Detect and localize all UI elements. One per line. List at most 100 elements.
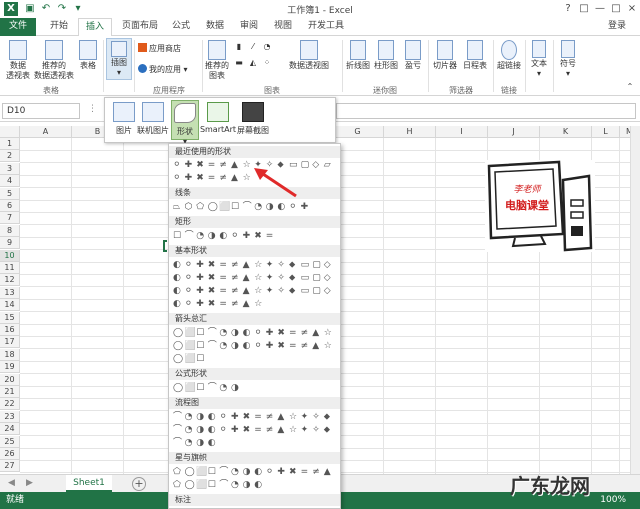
- shape-option-icon[interactable]: ◐: [219, 231, 229, 241]
- shape-option-icon[interactable]: ▲: [243, 273, 253, 283]
- tab-home[interactable]: 开始: [42, 18, 76, 36]
- name-box[interactable]: D10: [2, 103, 80, 119]
- shape-option-icon[interactable]: =: [289, 328, 299, 338]
- shape-option-icon[interactable]: ▲: [324, 467, 334, 477]
- table-button[interactable]: 表格: [76, 40, 100, 71]
- shape-option-icon[interactable]: ◐: [254, 467, 264, 477]
- shape-option-icon[interactable]: ✧: [277, 286, 287, 296]
- shape-option-icon[interactable]: ☆: [254, 299, 264, 309]
- row-header[interactable]: 21: [0, 386, 20, 398]
- row-header[interactable]: 12: [0, 274, 20, 287]
- shape-option-icon[interactable]: ◐: [208, 425, 218, 435]
- row-header[interactable]: 19: [0, 361, 20, 374]
- pivot-chart-button[interactable]: 数据透视图: [278, 40, 340, 71]
- row-header[interactable]: 14: [0, 299, 20, 312]
- row-header[interactable]: 9: [0, 237, 20, 250]
- shape-option-icon[interactable]: =: [254, 425, 264, 435]
- shapes-button[interactable]: 形状 ▾: [171, 100, 199, 146]
- shape-option-icon[interactable]: ☐: [196, 354, 206, 364]
- shape-option-icon[interactable]: ✖: [208, 260, 218, 270]
- shape-option-icon[interactable]: ⌒: [208, 383, 218, 393]
- shape-option-icon[interactable]: ☐: [196, 383, 206, 393]
- shape-option-icon[interactable]: ≠: [231, 273, 241, 283]
- shape-option-icon[interactable]: ⌒: [243, 202, 253, 212]
- shape-option-icon[interactable]: =: [208, 173, 218, 183]
- shape-option-icon[interactable]: ⏢: [173, 202, 183, 212]
- shape-option-icon[interactable]: ◐: [173, 273, 183, 283]
- shape-option-icon[interactable]: ⚪: [185, 286, 195, 296]
- shape-option-icon[interactable]: ◐: [243, 328, 253, 338]
- shape-option-icon[interactable]: ✖: [254, 231, 264, 241]
- shape-option-icon[interactable]: ◯: [173, 341, 183, 351]
- tab-file[interactable]: 文件: [0, 18, 36, 36]
- pie-chart-icon[interactable]: ◔: [262, 42, 272, 52]
- shape-option-icon[interactable]: ✚: [196, 260, 206, 270]
- row-header[interactable]: 15: [0, 311, 20, 324]
- shape-option-icon[interactable]: ▲: [312, 341, 322, 351]
- shape-option-icon[interactable]: ◑: [196, 412, 206, 422]
- row-header[interactable]: 25: [0, 435, 20, 448]
- shape-option-icon[interactable]: ⬜: [185, 328, 196, 338]
- shape-option-icon[interactable]: ◐: [208, 438, 218, 448]
- screenshot-button[interactable]: 屏幕截图: [235, 100, 271, 140]
- shape-option-icon[interactable]: ⌒: [185, 231, 195, 241]
- shape-option-icon[interactable]: ✖: [208, 273, 218, 283]
- shape-option-icon[interactable]: ◑: [231, 341, 241, 351]
- shape-option-icon[interactable]: ✚: [243, 231, 253, 241]
- sheet-next-icon[interactable]: ▶: [26, 478, 33, 488]
- shape-option-icon[interactable]: ✚: [277, 467, 287, 477]
- shape-option-icon[interactable]: ✚: [266, 328, 276, 338]
- shape-option-icon[interactable]: ⬜: [196, 467, 207, 477]
- shape-option-icon[interactable]: ▭: [301, 260, 311, 270]
- shape-option-icon[interactable]: ⬠: [173, 480, 183, 490]
- row-header[interactable]: 6: [0, 200, 20, 212]
- ribbon-display-icon[interactable]: □: [576, 1, 592, 17]
- tab-formulas[interactable]: 公式: [166, 18, 196, 36]
- shape-option-icon[interactable]: ◔: [185, 438, 195, 448]
- shape-option-icon[interactable]: ✖: [289, 467, 299, 477]
- shape-option-icon[interactable]: ◐: [254, 480, 264, 490]
- shape-option-icon[interactable]: ▭: [301, 273, 311, 283]
- row-header[interactable]: 10: [0, 249, 20, 262]
- shape-option-icon[interactable]: ≠: [231, 260, 241, 270]
- shape-option-icon[interactable]: ✚: [301, 202, 311, 212]
- shape-option-icon[interactable]: ◑: [266, 202, 276, 212]
- shape-option-icon[interactable]: ◯: [173, 328, 183, 338]
- shape-option-icon[interactable]: ▢: [312, 273, 322, 283]
- shape-option-icon[interactable]: ◑: [243, 480, 253, 490]
- shape-option-icon[interactable]: ◇: [324, 273, 334, 283]
- timeline-button[interactable]: 日程表: [460, 40, 490, 71]
- text-button[interactable]: 文本 ▾: [527, 40, 551, 79]
- shape-option-icon[interactable]: ⬡: [185, 202, 195, 212]
- row-header[interactable]: 17: [0, 336, 20, 349]
- shape-option-icon[interactable]: ✚: [185, 173, 195, 183]
- vertical-scrollbar[interactable]: [630, 126, 640, 474]
- shape-option-icon[interactable]: ◑: [243, 467, 253, 477]
- shape-option-icon[interactable]: ⬥: [324, 412, 334, 422]
- shape-option-icon[interactable]: ◐: [173, 299, 183, 309]
- shape-option-icon[interactable]: ✚: [231, 412, 241, 422]
- shape-option-icon[interactable]: ✖: [196, 173, 206, 183]
- shape-option-icon[interactable]: ◇: [324, 260, 334, 270]
- shape-option-icon[interactable]: ✖: [208, 286, 218, 296]
- shape-option-icon[interactable]: ✖: [243, 412, 253, 422]
- shape-option-icon[interactable]: ⚪: [289, 202, 299, 212]
- illustrations-button[interactable]: 插图 ▾: [106, 38, 132, 80]
- shape-option-icon[interactable]: ⌒: [173, 412, 183, 422]
- symbol-button[interactable]: 符号 ▾: [556, 40, 580, 79]
- shape-option-icon[interactable]: ⚪: [254, 341, 264, 351]
- shape-option-icon[interactable]: ◔: [219, 341, 229, 351]
- shape-option-icon[interactable]: ◔: [219, 328, 229, 338]
- shape-option-icon[interactable]: ✖: [243, 425, 253, 435]
- shape-option-icon[interactable]: ✚: [231, 425, 241, 435]
- shape-option-icon[interactable]: ☆: [324, 341, 334, 351]
- shape-option-icon[interactable]: ☐: [196, 341, 206, 351]
- tab-review[interactable]: 审阅: [234, 18, 264, 36]
- shape-option-icon[interactable]: ⚪: [231, 231, 241, 241]
- pivot-table-button[interactable]: 数据 透视表: [4, 40, 32, 81]
- shape-option-icon[interactable]: ⚪: [185, 273, 195, 283]
- tab-developer[interactable]: 开发工具: [304, 18, 348, 36]
- shape-option-icon[interactable]: ☆: [254, 286, 264, 296]
- shape-option-icon[interactable]: ◔: [254, 202, 264, 212]
- shape-option-icon[interactable]: ✧: [312, 412, 322, 422]
